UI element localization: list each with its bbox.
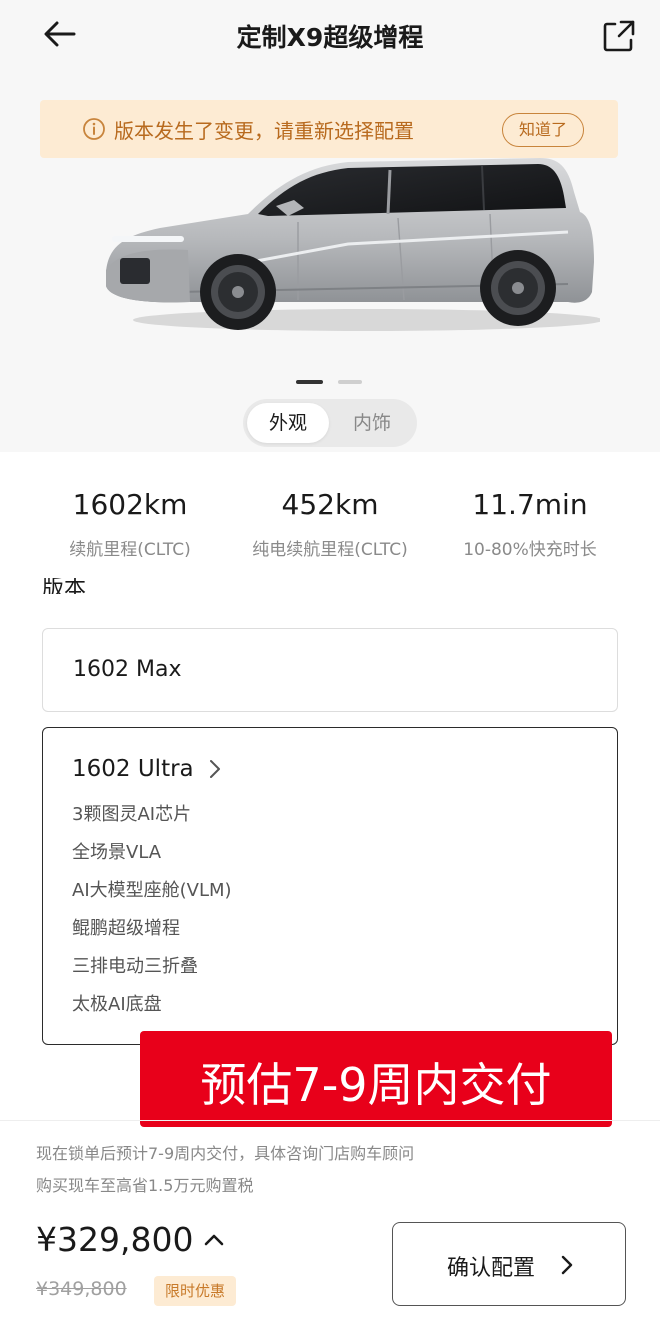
gallery-pagination: [296, 380, 366, 386]
tax-saving-note: 购买现车至高省1.5万元购置税: [36, 1176, 254, 1195]
stat-ev-range: 452km 纯电续航里程(CLTC): [232, 488, 428, 560]
original-price: ¥349,800: [36, 1278, 127, 1300]
pagination-dot[interactable]: [338, 380, 362, 384]
view-toggle: 外观 内饰: [243, 399, 417, 447]
section-label: 版本: [42, 578, 122, 594]
confirm-config-button[interactable]: 确认配置: [392, 1222, 626, 1306]
confirm-label: 确认配置: [447, 1256, 536, 1281]
stat-fast-charge: 11.7min 10-80%快充时长: [444, 488, 616, 560]
info-circle-icon: [83, 118, 105, 140]
stat-value: 1602km: [72, 488, 188, 521]
feature-item: 三排电动三折叠: [72, 956, 198, 977]
delivery-overlay-banner: 预估7-9周内交付: [140, 1031, 612, 1127]
config-change-notice: 版本发生了变更，请重新选择配置 知道了: [40, 100, 618, 158]
tab-interior[interactable]: 内饰: [331, 403, 413, 443]
stat-label: 10-80%快充时长: [463, 540, 597, 560]
feature-item: 全场景VLA: [72, 842, 162, 863]
chevron-up-icon[interactable]: [202, 1230, 226, 1250]
stat-value: 11.7min: [472, 488, 588, 521]
chevron-right-icon[interactable]: [206, 758, 224, 780]
pagination-dot-active[interactable]: [296, 380, 323, 384]
divider: [0, 1120, 660, 1121]
share-button[interactable]: [596, 14, 642, 58]
overlay-text: 预估7-9周内交付: [200, 1058, 552, 1112]
car-image[interactable]: [98, 152, 600, 334]
option-1602-ultra[interactable]: 1602 Ultra 3颗图灵AI芯片 全场景VLA AI大模型座舱(VLM) …: [42, 727, 618, 1045]
feature-item: AI大模型座舱(VLM): [72, 880, 232, 901]
chevron-right-icon: [561, 1255, 573, 1275]
option-1602-max[interactable]: 1602 Max: [42, 628, 618, 712]
delivery-note: 现在锁单后预计7-9周内交付，具体咨询门店购车顾问: [36, 1144, 415, 1163]
stat-label: 纯电续航里程(CLTC): [252, 540, 408, 560]
current-price: ¥329,800: [36, 1220, 194, 1259]
promo-badge: 限时优惠: [154, 1276, 236, 1306]
feature-item: 太极AI底盘: [72, 994, 162, 1015]
option-name: 1602 Ultra: [72, 756, 194, 782]
stat-range: 1602km 续航里程(CLTC): [52, 488, 208, 560]
notice-dismiss-button[interactable]: 知道了: [502, 113, 584, 147]
feature-item: 鲲鹏超级增程: [72, 918, 180, 939]
notice-text: 版本发生了变更，请重新选择配置: [114, 119, 414, 143]
feature-item: 3颗图灵AI芯片: [72, 804, 192, 825]
stat-label: 续航里程(CLTC): [69, 540, 191, 560]
section-label-text: 版本: [42, 578, 87, 594]
option-name: 1602 Max: [73, 657, 182, 682]
page-title: 定制X9超级增程: [236, 23, 424, 52]
share-icon: [603, 20, 635, 52]
tab-exterior[interactable]: 外观: [247, 403, 329, 443]
stat-value: 452km: [281, 488, 379, 521]
